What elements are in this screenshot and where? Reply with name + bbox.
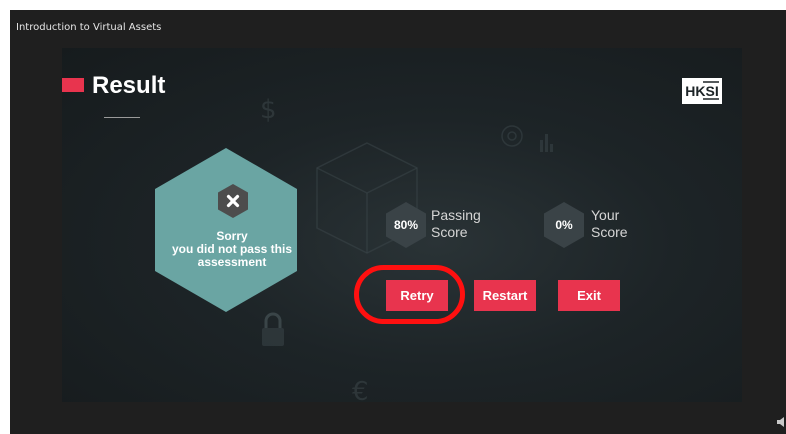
passing-score-label: Passing Score — [431, 207, 481, 241]
your-score-value: 0% — [555, 218, 573, 232]
volume-icon[interactable] — [777, 416, 786, 428]
passing-score-value: 80% — [393, 218, 419, 232]
result-message-line3: assessment — [197, 255, 267, 269]
course-player: Introduction to Virtual Assets $ € Resul… — [10, 10, 786, 434]
hksi-logo: HKSI — [682, 78, 722, 104]
slide-stage: $ € Result HKSI Sorry you did not pass t… — [62, 48, 742, 402]
svg-text:HKSI: HKSI — [685, 83, 718, 99]
your-score-label-line2: Score — [591, 224, 628, 240]
your-score-label-line1: Your — [591, 207, 620, 223]
restart-button[interactable]: Restart — [474, 280, 536, 311]
passing-score-label-line1: Passing — [431, 207, 481, 223]
retry-highlight-ring — [354, 265, 465, 324]
close-icon — [218, 184, 248, 218]
course-title: Introduction to Virtual Assets — [16, 22, 162, 33]
page-title: Result — [92, 72, 166, 99]
exit-button[interactable]: Exit — [558, 280, 620, 311]
result-message: Sorry you did not pass this assessment — [157, 230, 307, 269]
title-marker — [62, 78, 84, 92]
your-score-label: Your Score — [591, 207, 628, 241]
passing-score-label-line2: Score — [431, 224, 468, 240]
svg-text:€: € — [352, 377, 369, 402]
title-underline — [104, 117, 140, 118]
svg-text:$: $ — [260, 95, 277, 125]
